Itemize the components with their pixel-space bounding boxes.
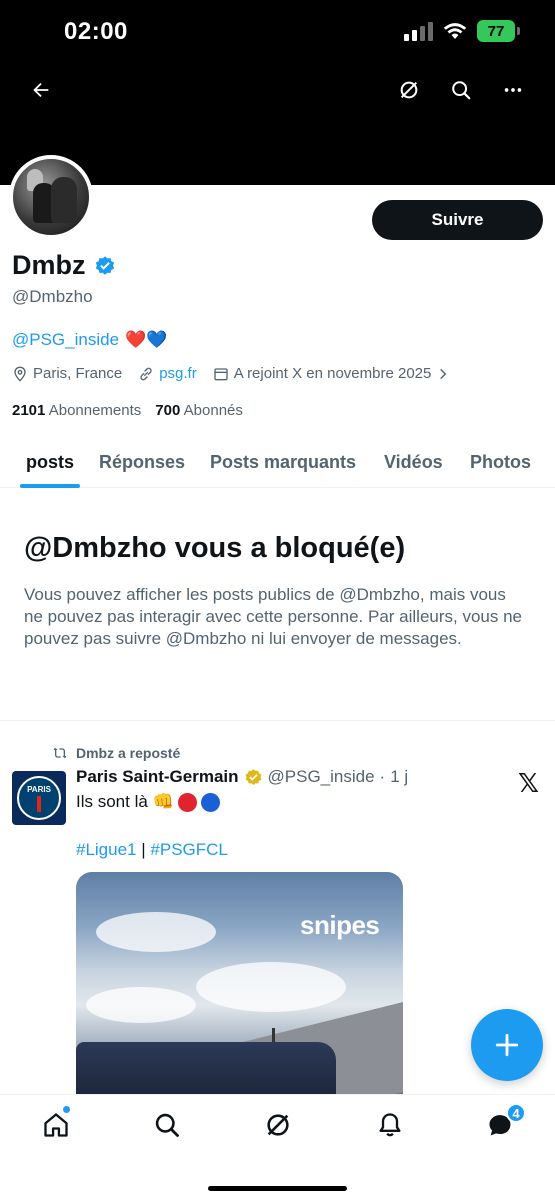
post-author-name[interactable]: Paris Saint-Germain: [76, 767, 239, 787]
status-icons: 77: [404, 20, 520, 42]
location-text: Paris, France: [33, 365, 123, 382]
follow-counts: 2101 Abonnements 700 Abonnés: [12, 402, 243, 419]
profile-meta: Paris, France psg.fr A rejoint X en nove…: [12, 365, 466, 382]
followers-count: 700: [155, 402, 181, 419]
bottom-nav: 4: [0, 1094, 555, 1200]
link-icon: [140, 367, 152, 380]
nav-search[interactable]: [149, 1107, 185, 1143]
post-author-handle[interactable]: @PSG_inside: [268, 767, 375, 787]
location-item: Paris, France: [12, 365, 122, 382]
website-item[interactable]: psg.fr: [138, 365, 197, 382]
bio-emojis: ❤️💙: [125, 330, 168, 349]
joined-item[interactable]: A rejoint X en novembre 2025: [213, 365, 451, 382]
nav-notifications[interactable]: [372, 1107, 408, 1143]
profile-handle: @Dmbzho: [12, 287, 93, 306]
verified-badge-icon[interactable]: [94, 255, 116, 277]
profile-bio: @PSG_inside ❤️💙: [12, 330, 167, 350]
more-button[interactable]: [495, 72, 531, 108]
grok-button[interactable]: [391, 72, 427, 108]
wifi-icon: [443, 23, 467, 39]
back-button[interactable]: [23, 72, 59, 108]
nav-grok[interactable]: [260, 1107, 296, 1143]
location-pin-icon: [14, 366, 26, 382]
calendar-icon: [214, 367, 228, 380]
post-header: Paris Saint-Germain @PSG_inside · 1 j: [76, 767, 408, 787]
bell-icon: [379, 1113, 401, 1137]
chevron-right-icon: [440, 368, 447, 379]
hashtag-ligue1[interactable]: #Ligue1: [76, 840, 137, 859]
tab-replies[interactable]: Réponses: [99, 436, 185, 488]
follow-button[interactable]: Suivre: [372, 200, 543, 240]
home-icon: [44, 1113, 68, 1137]
followers-label: Abonnés: [183, 402, 243, 419]
post-time[interactable]: 1 j: [390, 767, 408, 787]
plus-icon: [495, 1033, 519, 1057]
search-icon: [155, 1113, 179, 1137]
signal-icon: [404, 21, 433, 41]
repost-label[interactable]: Dmbz a reposté: [76, 745, 180, 761]
website-link[interactable]: psg.fr: [159, 365, 197, 382]
tab-posts[interactable]: posts: [19, 436, 81, 488]
compose-post-button[interactable]: [471, 1009, 543, 1081]
post-hashtags: #Ligue1 | #PSGFCL: [76, 840, 228, 860]
post-text: Ils sont là 👊: [76, 792, 174, 811]
tab-videos[interactable]: Vidéos: [384, 436, 443, 488]
gold-verified-badge-icon[interactable]: [244, 768, 263, 787]
psg-crest-icon: PARIS: [17, 776, 61, 820]
arrow-left-icon: [33, 82, 49, 98]
messages-badge: 4: [506, 1103, 526, 1123]
home-indicator: [208, 1186, 347, 1191]
hashtag-separator: |: [141, 840, 146, 859]
grok-icon: [267, 1114, 289, 1136]
hashtag-psgfcl[interactable]: #PSGFCL: [150, 840, 227, 859]
profile-tabs: posts Réponses Posts marquants Vidéos Ph…: [0, 436, 555, 488]
display-name: Dmbz: [12, 250, 86, 280]
post-author-avatar[interactable]: PARIS: [12, 771, 66, 825]
grok-icon: [400, 81, 418, 99]
search-button[interactable]: [443, 72, 479, 108]
tab-photos[interactable]: Photos: [470, 436, 531, 488]
search-icon: [452, 81, 471, 100]
post-separator: ·: [379, 767, 386, 786]
followers-count-link[interactable]: 700 Abonnés: [155, 402, 243, 419]
following-count: 2101: [12, 402, 46, 419]
tab-highlights[interactable]: Posts marquants: [210, 436, 356, 488]
battery-icon: 77: [477, 20, 520, 42]
post-media[interactable]: snipes: [76, 872, 403, 1094]
media-watermark: snipes: [300, 910, 380, 940]
home-notification-dot: [62, 1105, 71, 1114]
blocked-message: Vous pouvez afficher les posts publics d…: [24, 585, 523, 648]
display-name-row: Dmbz: [12, 250, 116, 281]
blocked-notice: @Dmbzho vous a bloqué(e) Vous pouvez aff…: [0, 488, 555, 721]
status-time: 02:00: [64, 18, 128, 45]
repost-icon: [53, 747, 67, 759]
blue-circle-icon: [200, 792, 220, 812]
following-count-link[interactable]: 2101 Abonnements: [12, 402, 141, 419]
blocked-title: @Dmbzho vous a bloqué(e): [24, 532, 406, 564]
post-text-row: Ils sont là 👊: [76, 792, 220, 812]
x-logo-icon: 𝕏: [518, 768, 539, 798]
profile-avatar[interactable]: [9, 155, 93, 239]
crest-text: PARIS: [27, 784, 51, 794]
bio-mention-link[interactable]: @PSG_inside: [12, 330, 119, 350]
profile-banner: 02:00 77: [0, 0, 555, 185]
more-horizontal-icon: [504, 88, 522, 92]
following-label: Abonnements: [48, 402, 142, 419]
joined-text: A rejoint X en novembre 2025: [233, 365, 432, 382]
repost-indicator: Dmbz a reposté: [52, 745, 180, 761]
avatar-figure: [51, 177, 77, 223]
red-circle-icon: [177, 792, 197, 812]
team-bus-shape: [76, 1042, 336, 1094]
